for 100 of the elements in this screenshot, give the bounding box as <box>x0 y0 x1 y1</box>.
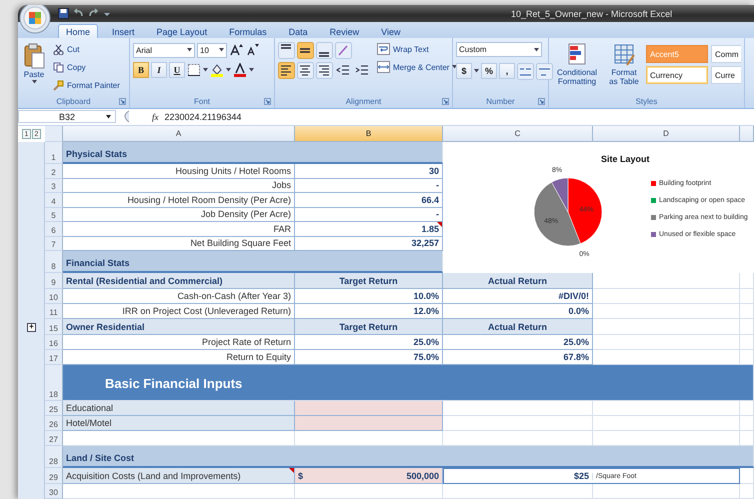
copy-button[interactable]: Copy <box>50 59 123 75</box>
empty-cell[interactable] <box>740 484 754 499</box>
row-number[interactable]: 8 <box>45 251 63 273</box>
empty-cell[interactable] <box>593 304 740 319</box>
office-logo-button[interactable] <box>19 5 51 34</box>
font-style-button[interactable]: B <box>133 62 149 78</box>
align-middle-icon[interactable] <box>297 42 314 58</box>
insert-function-button[interactable]: fx <box>152 112 158 122</box>
number-format-button[interactable]: , <box>499 63 515 79</box>
row-label: Housing / Hotel Room Density (Per Acre) <box>63 193 295 208</box>
ribbon-tab[interactable]: View <box>373 24 408 38</box>
row-number[interactable]: 27 <box>45 431 63 446</box>
empty-cell[interactable] <box>740 289 754 304</box>
ribbon-tab[interactable]: Page Layout <box>148 24 216 38</box>
cell-value: 500,000 <box>406 470 439 480</box>
align-center-icon[interactable] <box>297 62 314 78</box>
empty-cell[interactable] <box>593 335 740 350</box>
row-number[interactable]: 5 <box>45 208 63 222</box>
column-header[interactable]: C <box>443 126 593 142</box>
row-number[interactable]: 25 <box>45 401 63 416</box>
shrink-font-icon[interactable] <box>245 43 259 57</box>
row-number[interactable]: 15 <box>45 319 63 335</box>
empty-cell[interactable] <box>740 304 754 319</box>
row-number[interactable]: 28 <box>45 446 63 468</box>
input-cell[interactable]: $ 500,000 <box>295 468 443 484</box>
row-number[interactable]: 4 <box>45 193 63 208</box>
number-format-dropdown[interactable]: Custom <box>456 42 542 57</box>
empty-cell[interactable] <box>740 401 754 416</box>
row-number[interactable]: 3 <box>45 178 63 193</box>
decrease-decimal-icon[interactable] <box>536 62 553 80</box>
column-header[interactable]: A <box>63 126 295 142</box>
row-number[interactable]: 2 <box>45 164 63 178</box>
row-number[interactable]: 6 <box>45 222 63 236</box>
increase-decimal-icon[interactable] <box>517 62 534 80</box>
empty-cell[interactable] <box>593 289 740 304</box>
row-number[interactable]: 16 <box>45 335 63 350</box>
ribbon-tab[interactable]: Formulas <box>221 24 275 38</box>
cell-style[interactable]: Comm <box>711 45 741 63</box>
format-painter-button[interactable]: Format Painter <box>50 77 123 93</box>
column-header[interactable] <box>740 126 754 142</box>
align-top-icon[interactable] <box>278 42 295 58</box>
caret-icon <box>203 68 208 72</box>
fill-color-icon[interactable] <box>210 63 224 77</box>
font-color-icon[interactable] <box>233 63 247 77</box>
row-number[interactable]: 30 <box>45 484 63 499</box>
input-cell[interactable] <box>295 401 443 416</box>
input-cell[interactable] <box>295 416 443 431</box>
empty-cell[interactable] <box>295 484 443 499</box>
align-right-icon[interactable] <box>316 62 333 78</box>
empty-cell[interactable] <box>593 416 740 431</box>
empty-cell[interactable] <box>740 319 754 335</box>
name-box[interactable]: B32 <box>18 110 116 123</box>
grow-font-icon[interactable] <box>229 43 243 57</box>
number-format-button[interactable]: $ <box>456 63 472 79</box>
row-number[interactable]: 29 <box>45 468 63 484</box>
dialog-launcher-icon[interactable] <box>442 98 449 105</box>
font-size-dropdown[interactable]: 10 <box>197 42 227 58</box>
empty-cell[interactable] <box>593 484 740 499</box>
row-label: FAR <box>63 222 295 236</box>
empty-cell[interactable] <box>740 335 754 350</box>
cut-button[interactable]: Cut <box>50 41 123 57</box>
redo-icon[interactable] <box>88 8 99 19</box>
row-number[interactable]: 18 <box>45 365 63 401</box>
empty-cell[interactable] <box>740 416 754 431</box>
row-number[interactable]: 9 <box>45 273 63 289</box>
row-number[interactable]: 1 <box>45 142 63 164</box>
ribbon-tab[interactable]: Insert <box>104 24 143 38</box>
conditional-formatting-button[interactable]: Conditional Formatting <box>552 41 602 96</box>
empty-cell[interactable] <box>740 468 754 484</box>
row-number[interactable]: 11 <box>45 304 63 319</box>
empty-cell[interactable] <box>593 401 740 416</box>
ribbon-tab[interactable]: Data <box>280 24 316 38</box>
undo-icon[interactable] <box>73 8 84 19</box>
column-header[interactable]: D <box>593 126 740 142</box>
ribbon-tab[interactable]: Home <box>58 24 98 38</box>
empty-cell[interactable] <box>740 273 754 289</box>
cell-style[interactable]: Currency <box>646 66 708 84</box>
empty-cell[interactable] <box>443 484 593 499</box>
dialog-launcher-icon[interactable] <box>264 98 271 105</box>
ribbon-tab[interactable]: Review <box>322 24 368 38</box>
select-all-button[interactable] <box>45 126 63 142</box>
borders-icon[interactable] <box>187 63 201 77</box>
dialog-launcher-icon[interactable] <box>119 98 126 105</box>
align-left-icon[interactable] <box>278 62 295 78</box>
row-number[interactable]: 26 <box>45 416 63 431</box>
dialog-launcher-icon[interactable] <box>538 98 545 105</box>
row-number[interactable]: 7 <box>45 236 63 251</box>
align-bottom-icon[interactable] <box>316 42 333 58</box>
number-format-button[interactable]: % <box>481 63 497 79</box>
font-name-dropdown[interactable]: Arial <box>133 42 195 58</box>
font-style-button[interactable]: U <box>169 62 185 78</box>
row-number[interactable]: 17 <box>45 350 63 365</box>
orientation-icon[interactable] <box>335 42 352 58</box>
row-number[interactable]: 10 <box>45 289 63 304</box>
save-icon[interactable] <box>58 8 69 19</box>
column-header[interactable]: B <box>295 126 443 142</box>
cell-style[interactable]: Curre <box>711 66 741 84</box>
format-as-table-button[interactable]: Format as Table <box>605 41 643 96</box>
font-style-button[interactable]: I <box>151 62 167 78</box>
paste-button[interactable]: Paste <box>21 41 47 96</box>
